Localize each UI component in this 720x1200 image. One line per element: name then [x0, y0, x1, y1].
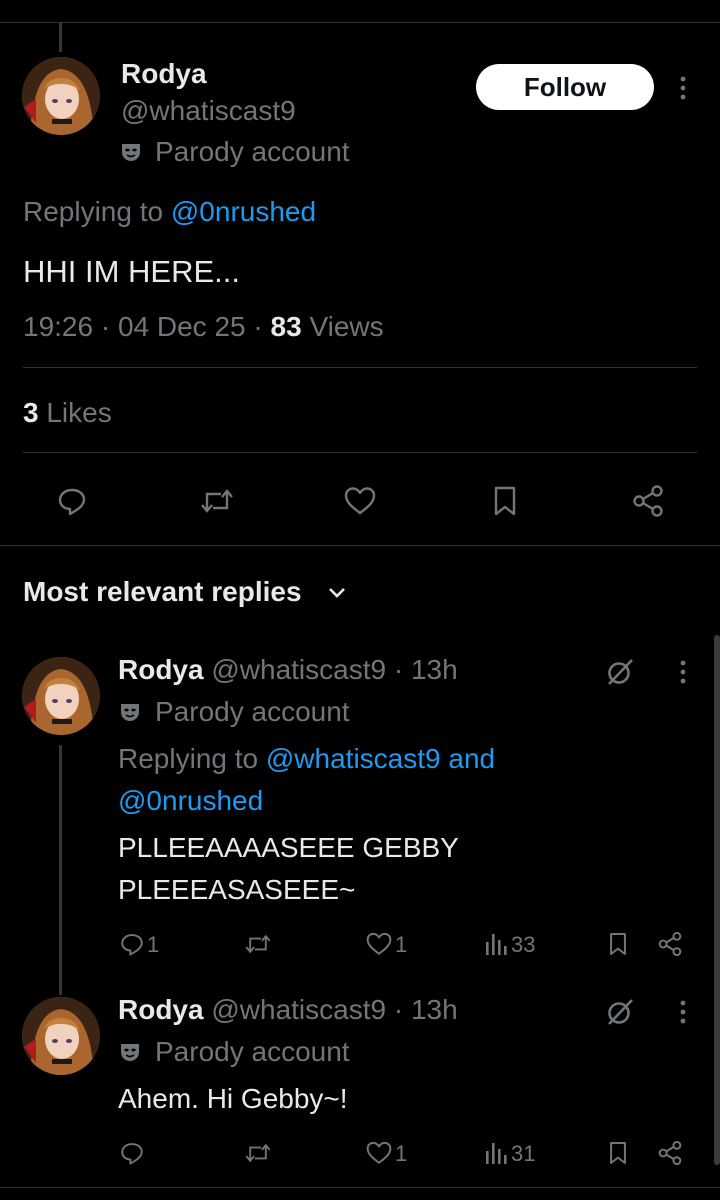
repost-icon[interactable]: [196, 481, 238, 521]
post-meta: 19:26 · 04 Dec 25 · 83 Views: [23, 311, 384, 343]
display-name[interactable]: Rodya: [118, 994, 204, 1025]
parody-label: Parody account: [155, 1036, 350, 1067]
mask-icon: [118, 700, 142, 724]
like-count: 1: [395, 1141, 408, 1166]
display-name[interactable]: Rodya: [118, 654, 204, 685]
like-icon[interactable]: [340, 481, 380, 521]
post-time[interactable]: 19:26: [23, 311, 93, 342]
display-name[interactable]: Rodya: [121, 58, 207, 90]
replying-prefix: Replying to: [118, 743, 266, 774]
divider: [23, 452, 697, 453]
thread-line: [59, 745, 62, 995]
share-icon[interactable]: [655, 1138, 685, 1168]
section-divider: [0, 545, 720, 546]
post-date[interactable]: 04 Dec 25: [118, 311, 246, 342]
reply-icon[interactable]: [118, 930, 146, 958]
follow-button[interactable]: Follow: [476, 64, 654, 110]
avatar[interactable]: [22, 57, 100, 135]
bookmark-icon[interactable]: [606, 1139, 630, 1167]
replying-prefix: Replying to: [23, 196, 171, 227]
views-count: 83: [270, 311, 302, 342]
top-divider: [0, 22, 720, 23]
post-text: HHI IM HERE...: [23, 254, 241, 289]
bottom-divider: [0, 1187, 720, 1188]
like-count: 1: [395, 932, 408, 957]
reply-header: Rodya @whatiscast9 · 13h: [118, 654, 458, 686]
grok-icon[interactable]: [604, 996, 636, 1028]
views-icon[interactable]: [483, 1139, 509, 1167]
reply-text-line: PLEEEASASEEE~: [118, 874, 356, 905]
views-count: 33: [511, 932, 536, 957]
repost-icon[interactable]: [242, 930, 274, 958]
mask-icon: [119, 140, 143, 164]
reply-icon[interactable]: [118, 1139, 146, 1167]
reply-icon[interactable]: [52, 481, 92, 521]
views-count: 31: [511, 1141, 536, 1166]
likes-label: Likes: [46, 397, 112, 428]
replying-to-link[interactable]: @0nrushed: [118, 785, 263, 817]
handle[interactable]: @whatiscast9: [121, 95, 296, 127]
like-icon[interactable]: [364, 930, 394, 958]
divider: [23, 367, 697, 368]
likes-count: 3: [23, 397, 39, 428]
time-ago[interactable]: · 13h: [394, 654, 458, 685]
more-icon[interactable]: [672, 658, 694, 686]
more-icon[interactable]: [672, 74, 694, 102]
parody-label: Parody account: [155, 696, 350, 727]
repost-icon[interactable]: [242, 1139, 274, 1167]
reply-text-line: PLLEEAAAASEEE GEBBY: [118, 832, 459, 863]
meta-dot: ·: [100, 311, 111, 342]
handle[interactable]: @whatiscast9: [211, 654, 386, 685]
grok-icon[interactable]: [604, 656, 636, 688]
like-icon[interactable]: [364, 1139, 394, 1167]
replying-and[interactable]: and: [448, 743, 495, 774]
meta-dot: ·: [253, 311, 263, 342]
replying-to-link[interactable]: @whatiscast9: [266, 743, 441, 774]
likes-row[interactable]: 3 Likes: [23, 397, 112, 429]
reply-text: Ahem. Hi Gebby~!: [118, 1083, 348, 1114]
replying-to: Replying to @whatiscast9 and: [118, 743, 495, 775]
replying-to-link[interactable]: @0nrushed: [171, 196, 316, 227]
avatar[interactable]: [22, 997, 100, 1075]
thread-line-top: [59, 22, 62, 52]
reply-header: Rodya @whatiscast9 · 13h: [118, 994, 458, 1026]
share-icon[interactable]: [655, 929, 685, 959]
more-icon[interactable]: [672, 998, 694, 1026]
time-ago[interactable]: · 13h: [394, 994, 458, 1025]
parody-label: Parody account: [155, 136, 350, 167]
views-label: Views: [309, 311, 384, 342]
chevron-down-icon[interactable]: [326, 580, 348, 606]
reply-count: 1: [147, 932, 160, 957]
handle[interactable]: @whatiscast9: [211, 994, 386, 1025]
avatar[interactable]: [22, 657, 100, 735]
bookmark-icon[interactable]: [606, 930, 630, 958]
replies-sort-label[interactable]: Most relevant replies: [23, 576, 302, 608]
scrollbar[interactable]: [714, 635, 720, 1165]
views-icon[interactable]: [483, 930, 509, 958]
bookmark-icon[interactable]: [485, 481, 525, 521]
replying-to: Replying to @0nrushed: [23, 196, 316, 228]
share-icon[interactable]: [628, 481, 668, 521]
mask-icon: [118, 1040, 142, 1064]
